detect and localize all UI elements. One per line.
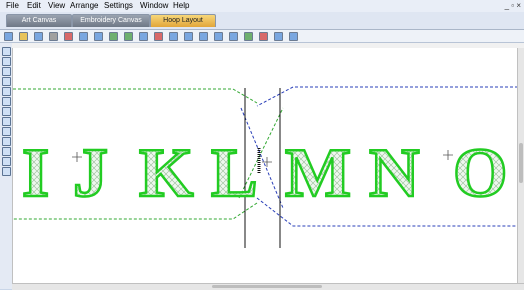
letter-i: I <box>22 135 49 212</box>
vertical-scroll-thumb[interactable] <box>519 143 523 183</box>
menu-window[interactable]: Window <box>140 1 168 11</box>
undo-icon[interactable] <box>109 32 118 41</box>
menu-help[interactable]: Help <box>173 1 189 11</box>
pen-icon[interactable] <box>2 127 11 136</box>
new-icon[interactable] <box>4 32 13 41</box>
print-icon[interactable] <box>49 32 58 41</box>
tab-hoop-layout[interactable]: Hoop Layout <box>150 14 216 27</box>
menu-arrange[interactable]: Arrange <box>70 1 98 11</box>
hoop-icon[interactable] <box>229 32 238 41</box>
align-icon[interactable] <box>169 32 178 41</box>
paste-icon[interactable] <box>94 32 103 41</box>
fill-icon[interactable] <box>2 137 11 146</box>
stitch-icon[interactable] <box>2 157 11 166</box>
line-icon[interactable] <box>2 117 11 126</box>
hoop-layout-canvas[interactable]: I J K L M N O <box>12 48 518 283</box>
layers-icon[interactable] <box>2 167 11 176</box>
select-icon[interactable] <box>154 32 163 41</box>
letter-j: J <box>73 135 108 212</box>
open-icon[interactable] <box>19 32 28 41</box>
cut-icon[interactable] <box>64 32 73 41</box>
color-icon[interactable] <box>259 32 268 41</box>
tab-embroidery-canvas[interactable]: Embroidery Canvas <box>72 14 150 27</box>
letter-m: M <box>285 135 351 212</box>
save-icon[interactable] <box>34 32 43 41</box>
design-svg: I J K L M N O <box>13 86 518 248</box>
zoom-in-icon[interactable] <box>2 67 11 76</box>
hoop-icon[interactable] <box>2 147 11 156</box>
tab-bar: Art Canvas Embroidery Canvas Hoop Layout <box>0 12 524 30</box>
tab-art-canvas[interactable]: Art Canvas <box>6 14 72 27</box>
pan-icon[interactable] <box>2 57 11 66</box>
hoop-center-marker-right <box>443 150 453 160</box>
horizontal-scroll-thumb[interactable] <box>212 285 322 288</box>
view-icon[interactable] <box>274 32 283 41</box>
letter-k: K <box>139 135 193 212</box>
window-controls[interactable]: _ ▫ × <box>505 1 521 11</box>
rectangle-icon[interactable] <box>2 87 11 96</box>
vertical-scrollbar[interactable] <box>517 48 524 283</box>
copy-icon[interactable] <box>79 32 88 41</box>
menu-edit[interactable]: Edit <box>27 1 41 11</box>
letter-o: O <box>453 135 507 212</box>
text-icon[interactable] <box>2 107 11 116</box>
group-icon[interactable] <box>184 32 193 41</box>
letter-n: N <box>369 135 420 212</box>
pointer-icon[interactable] <box>2 47 11 56</box>
zoom-icon[interactable] <box>139 32 148 41</box>
redo-icon[interactable] <box>124 32 133 41</box>
menu-view[interactable]: View <box>48 1 65 11</box>
hoop-center-marker-middle <box>262 157 272 167</box>
grid-icon[interactable] <box>214 32 223 41</box>
zoom-out-icon[interactable] <box>2 77 11 86</box>
ellipse-icon[interactable] <box>2 97 11 106</box>
settings-icon[interactable] <box>289 32 298 41</box>
menu-file[interactable]: File <box>6 1 19 11</box>
letter-l: L <box>211 135 258 212</box>
stitch-icon[interactable] <box>244 32 253 41</box>
menu-settings[interactable]: Settings <box>104 1 133 11</box>
toolbar <box>0 30 524 43</box>
ungroup-icon[interactable] <box>199 32 208 41</box>
